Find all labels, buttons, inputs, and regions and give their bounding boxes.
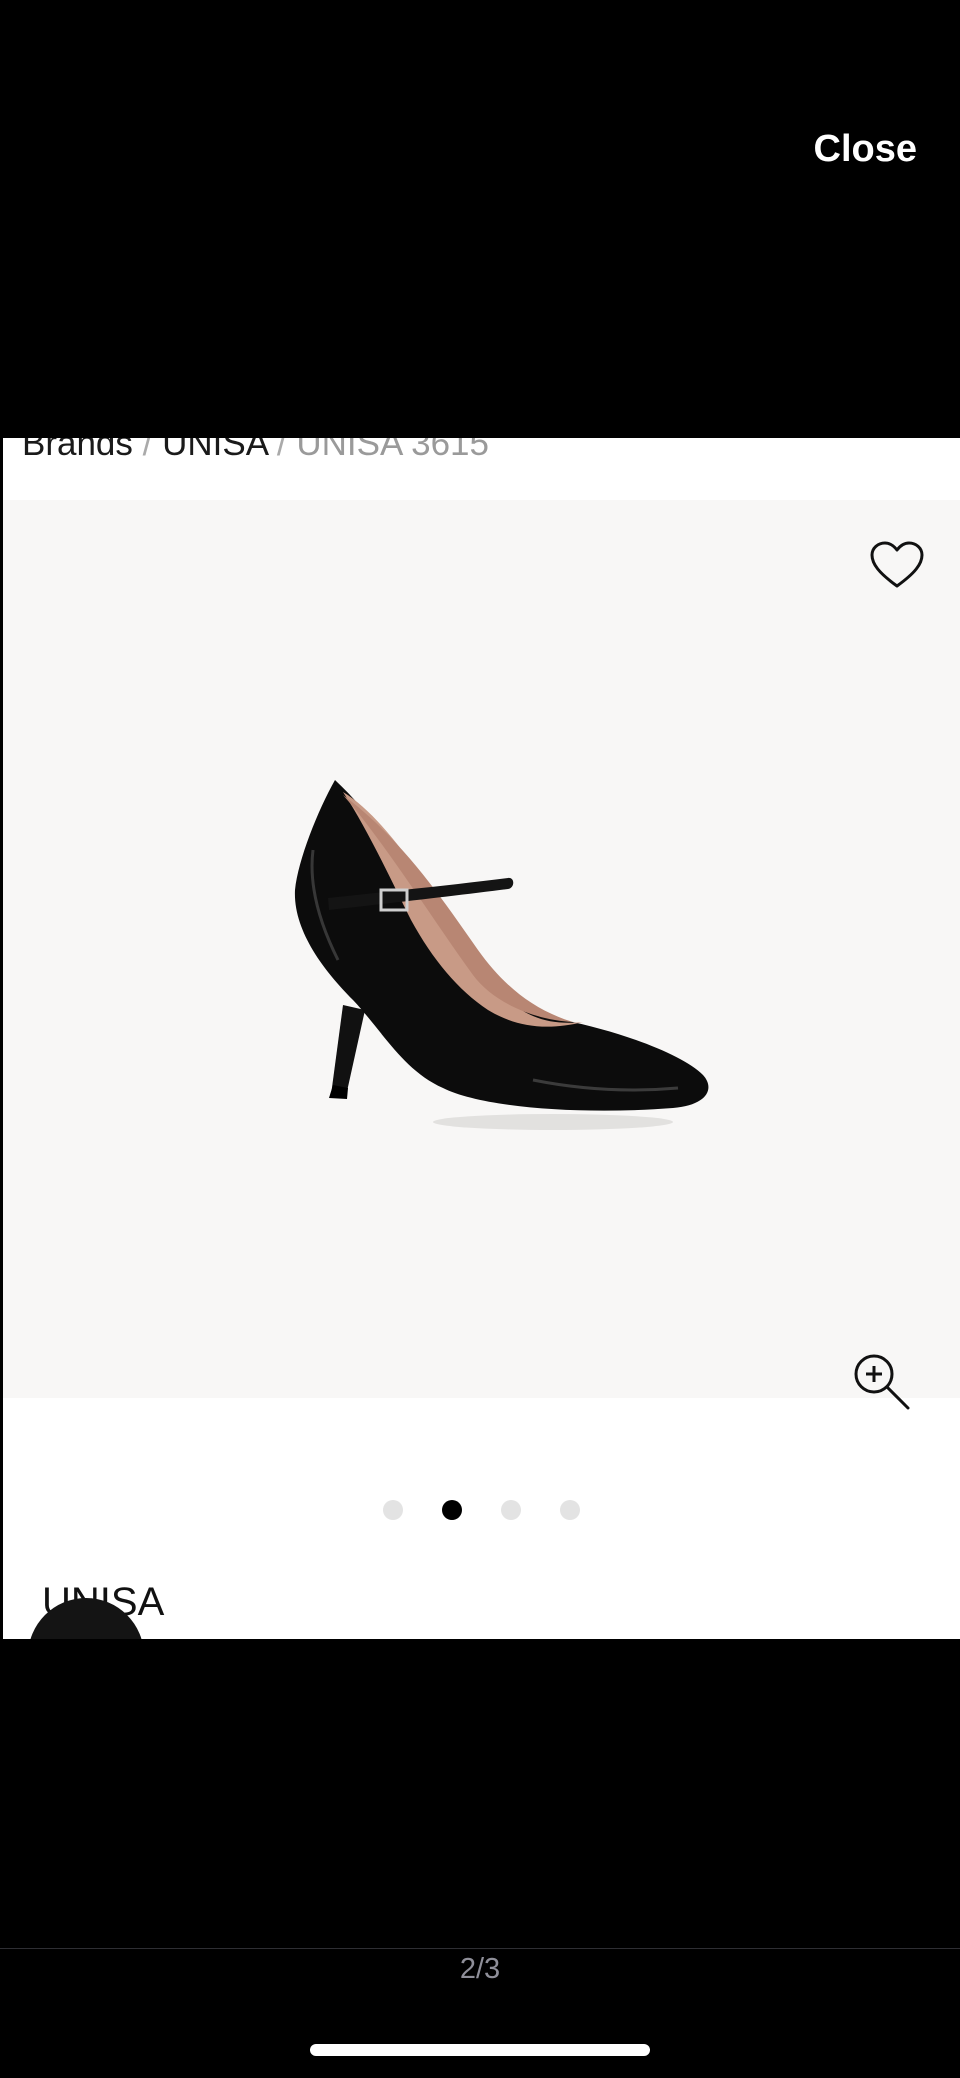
home-indicator[interactable]	[310, 2044, 650, 2056]
breadcrumb-separator: /	[142, 438, 153, 463]
product-image-area[interactable]	[3, 500, 960, 1410]
breadcrumb: Brands / UNISA / UNISA 3615	[22, 438, 489, 464]
carousel-indicators	[0, 1500, 960, 1520]
screenshot-viewer: Brands / UNISA / UNISA 3615	[0, 438, 960, 1639]
favorite-button[interactable]	[869, 540, 925, 590]
carousel-dot[interactable]	[501, 1500, 521, 1520]
breadcrumb-unisa[interactable]: UNISA	[162, 438, 267, 463]
carousel-dot[interactable]	[383, 1500, 403, 1520]
page-counter: 2/3	[459, 1953, 501, 1985]
zoom-in-icon	[854, 1354, 910, 1410]
zoom-button[interactable]	[852, 1352, 912, 1412]
breadcrumb-separator: /	[276, 438, 287, 463]
shoe-image	[294, 780, 709, 1130]
breadcrumb-brands[interactable]: Brands	[22, 438, 133, 463]
close-button[interactable]: Close	[814, 128, 917, 171]
carousel-dot-active[interactable]	[442, 1500, 462, 1520]
divider	[0, 1948, 960, 1949]
breadcrumb-current: UNISA 3615	[296, 438, 489, 463]
heart-icon	[870, 541, 924, 588]
carousel-dot[interactable]	[560, 1500, 580, 1520]
